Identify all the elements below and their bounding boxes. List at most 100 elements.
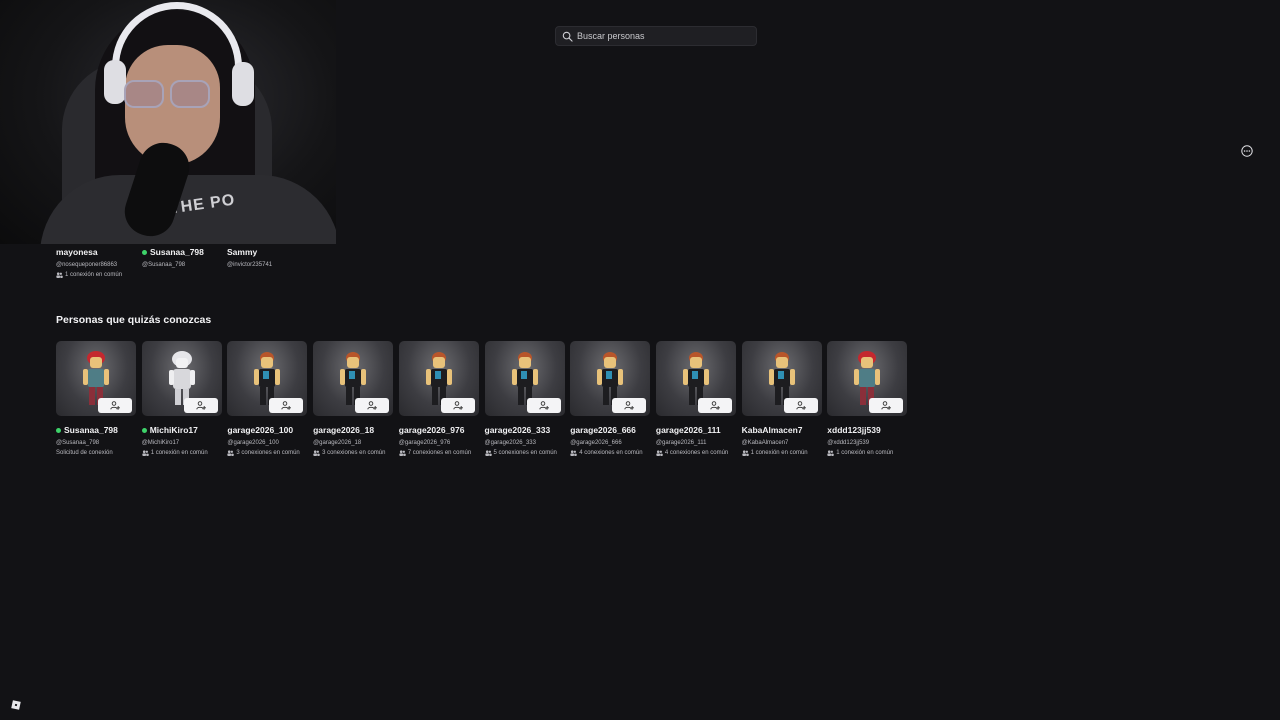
suggestion-card[interactable]: garage2026_111 @garage2026_111 4 conexione… (655, 341, 736, 456)
avatar-thumbnail[interactable] (313, 341, 394, 416)
online-status-dot (56, 427, 61, 433)
card-info: garage2026_976 @garage2026_976 7 conexione… (399, 424, 479, 456)
suggestion-name-row[interactable]: garage2026_333 (485, 424, 565, 436)
suggestion-mutual: 1 conexión en común (142, 450, 222, 456)
suggestion-handle: @garage2026_18 (313, 440, 362, 446)
suggestion-card[interactable]: xddd123jj539 @xddd123jj539 1 conexión en c… (827, 341, 908, 456)
card-info: KabaAlmacen7 @KabaAlmacen7 1 conexión en c… (742, 424, 822, 456)
suggestion-card[interactable]: garage2026_976 @garage2026_976 7 conexione… (398, 341, 479, 456)
suggestion-name-row[interactable]: garage2026_666 (570, 424, 650, 436)
avatar-thumbnail[interactable] (827, 341, 908, 416)
suggestion-card[interactable]: garage2026_333 @garage2026_333 5 conexione… (484, 341, 565, 456)
connection-mutual: 1 conexión en común (56, 272, 138, 278)
suggestion-card[interactable]: MichiKiro17 @MichiKiro17 1 conexión en com… (141, 341, 222, 456)
suggestion-handle: @garage2026_333 (484, 440, 536, 446)
add-friend-icon (196, 401, 206, 410)
suggestion-card[interactable]: garage2026_666 @garage2026_666 4 conexione… (570, 341, 651, 456)
add-friend-icon (281, 401, 292, 410)
card-info: Susanaa_798 @Susanaa_798 Solicitud de cone… (56, 424, 136, 456)
connection-name: Susanaa_798 (150, 247, 204, 257)
suggestion-name-row[interactable]: garage2026_18 (313, 424, 393, 436)
suggestion-handle: @KabaAlmacen7 (741, 440, 789, 446)
suggestion-name-row[interactable]: MichiKiro17 (141, 424, 222, 436)
search-input[interactable] (577, 31, 747, 41)
webcam-overlay: THE PO (0, 0, 336, 244)
add-friend-button[interactable] (98, 398, 132, 413)
avatar-thumbnail[interactable] (655, 341, 736, 416)
section-title: Personas que quizás conozcas (56, 314, 212, 326)
mutual-text: 3 conexiones en común (236, 450, 300, 456)
connection-item[interactable]: mayonesa @nosequeponer86863 1 conexión e… (56, 246, 138, 278)
suggestion-card[interactable]: garage2026_18 @garage2026_18 3 conexiones … (313, 341, 394, 456)
mutual-text: 1 conexión en común (836, 450, 894, 456)
avatar-thumbnail[interactable] (741, 341, 822, 416)
search-icon (562, 31, 573, 42)
webcam-headphones (112, 2, 242, 92)
add-friend-button[interactable] (612, 398, 647, 413)
suggestion-name-row[interactable]: garage2026_976 (399, 424, 479, 436)
card-info: garage2026_18 @garage2026_18 3 conexiones … (313, 424, 393, 456)
online-status-dot (142, 249, 147, 255)
suggestion-name-row[interactable]: KabaAlmacen7 (742, 424, 822, 436)
roblox-logo-icon[interactable] (11, 700, 21, 710)
people-icon (570, 450, 577, 456)
suggestion-name: garage2026_976 (398, 425, 465, 435)
suggestion-mutual: 7 conexiones en común (399, 450, 479, 456)
people-icon (313, 450, 320, 456)
avatar-thumbnail[interactable] (141, 341, 222, 416)
people-icon (142, 450, 149, 456)
add-friend-button[interactable] (526, 398, 561, 413)
add-friend-button[interactable] (183, 398, 218, 413)
add-friend-button[interactable] (269, 398, 304, 413)
suggestion-name-row[interactable]: garage2026_111 (656, 424, 736, 436)
connection-item[interactable]: Susanaa_798 @Susanaa_798 (142, 246, 224, 268)
card-info: garage2026_111 @garage2026_111 4 conexione… (656, 424, 736, 456)
suggestion-name-row[interactable]: garage2026_100 (227, 424, 307, 436)
suggestion-handle: @MichiKiro17 (141, 440, 180, 446)
connection-item[interactable]: Sammy @invictor235741 (227, 246, 309, 268)
avatar-thumbnail[interactable] (56, 341, 136, 416)
suggestion-name-row[interactable]: xddd123jj539 (827, 424, 907, 436)
suggestion-mutual: 3 conexiones en común (313, 450, 393, 456)
suggestion-card[interactable]: garage2026_100 @garage2026_100 3 conexione… (227, 341, 308, 456)
connection-name-row[interactable]: Susanaa_798 (142, 246, 224, 258)
add-friend-icon (453, 401, 463, 410)
connection-name[interactable]: mayonesa (56, 246, 138, 258)
add-friend-icon (795, 401, 806, 410)
suggestion-name-row[interactable]: Susanaa_798 (56, 424, 136, 436)
avatar-thumbnail[interactable] (570, 341, 651, 416)
add-friend-button[interactable] (355, 398, 390, 413)
people-icon (827, 450, 835, 456)
connection-handle: @Susanaa_798 (142, 262, 186, 268)
avatar-thumbnail[interactable] (484, 341, 565, 416)
avatar-thumbnail[interactable] (227, 341, 308, 416)
avatar-thumbnail[interactable] (398, 341, 479, 416)
suggestion-mutual: Solicitud de conexión (56, 450, 136, 456)
people-page: THE PO mayonesa @nosequeponer86863 1 con… (0, 0, 1280, 720)
card-info: garage2026_666 @garage2026_666 4 conexione… (570, 424, 650, 456)
suggestion-handle: @xddd123jj539 (827, 440, 870, 446)
suggestion-handle: @garage2026_666 (570, 440, 622, 446)
suggestion-name: KabaAlmacen7 (741, 425, 803, 435)
connection-name[interactable]: Sammy (227, 246, 309, 258)
suggestion-card[interactable]: Susanaa_798 @Susanaa_798 Solicitud de cone… (56, 341, 136, 456)
search-bar[interactable] (555, 26, 757, 46)
connection-handle: @nosequeponer86863 (56, 262, 118, 268)
suggestion-handle: @garage2026_976 (398, 440, 451, 446)
suggestion-name: garage2026_18 (313, 425, 375, 435)
add-friend-button[interactable] (869, 398, 904, 413)
add-friend-button[interactable] (440, 398, 475, 413)
add-friend-button[interactable] (783, 398, 818, 413)
mutual-text: 7 conexiones en común (407, 450, 472, 456)
suggestion-mutual: 3 conexiones en común (227, 450, 307, 456)
more-options-icon[interactable] (1241, 145, 1253, 157)
add-friend-button[interactable] (697, 398, 732, 413)
card-info: garage2026_333 @garage2026_333 5 conexione… (485, 424, 565, 456)
add-friend-icon (538, 401, 549, 410)
add-friend-icon (624, 401, 635, 410)
suggestion-card[interactable]: KabaAlmacen7 @KabaAlmacen7 1 conexión en c… (741, 341, 822, 456)
suggestion-mutual: 4 conexiones en común (656, 450, 736, 456)
suggestion-name: garage2026_100 (227, 425, 294, 435)
people-icon (484, 450, 492, 456)
suggestion-mutual: 4 conexiones en común (570, 450, 650, 456)
